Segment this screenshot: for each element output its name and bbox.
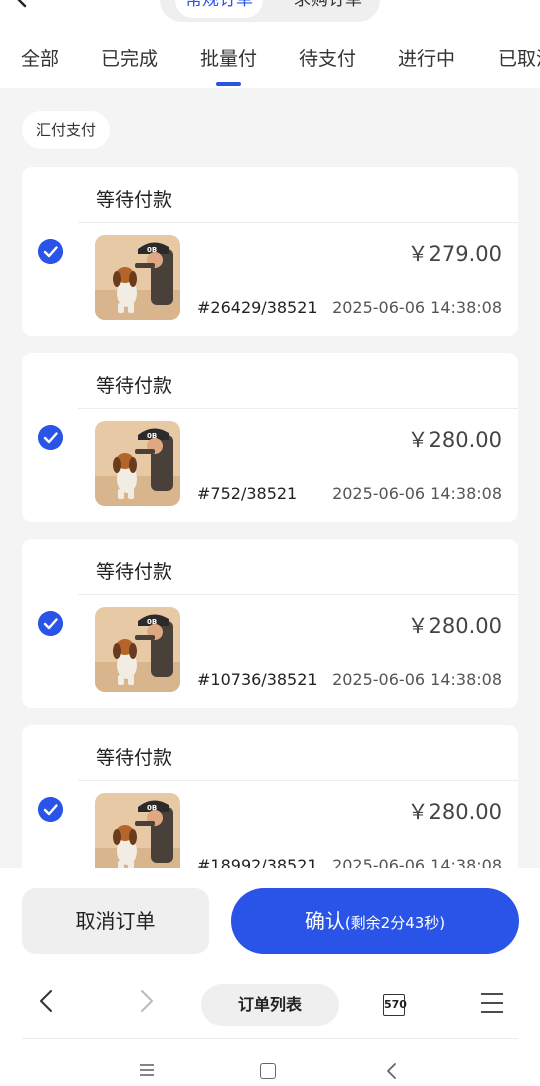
back-icon[interactable] [10, 0, 34, 10]
active-tab-indicator [216, 82, 241, 86]
browser-toolbar: 订单列表 570 [0, 976, 540, 1032]
checked-icon[interactable] [38, 797, 63, 822]
browser-back-icon[interactable] [36, 988, 58, 1014]
product-thumbnail[interactable]: 0B [95, 235, 180, 320]
tab-in-progress[interactable]: 进行中 [398, 44, 455, 71]
card-divider [78, 222, 518, 223]
card-divider [78, 780, 518, 781]
tab-batch-pay[interactable]: 批量付 [200, 44, 257, 71]
menu-icon[interactable] [480, 991, 504, 1015]
order-list-pill[interactable]: 订单列表 [201, 984, 339, 1026]
order-number: #26429/38521 [197, 298, 318, 317]
order-card[interactable]: 等待付款 0B ￥279.00 #26429/38521 2025-06-06 … [22, 167, 518, 336]
order-price: ￥279.00 [407, 242, 502, 266]
order-status-tabs: 全部 已完成 批量付 待支付 进行中 已取消 [0, 44, 540, 78]
product-thumbnail[interactable]: 0B [95, 607, 180, 692]
order-price: ￥280.00 [407, 800, 502, 824]
segment-purchase-orders[interactable]: 求购订单 [282, 0, 374, 18]
system-recents-icon[interactable] [138, 1063, 156, 1077]
order-card[interactable]: 等待付款 0B ￥280.00 #752/38521 2025-06-06 14… [22, 353, 518, 522]
tab-cancelled[interactable]: 已取消 [498, 44, 540, 71]
product-thumbnail[interactable]: 0B [95, 793, 180, 878]
top-bar: 常规订单 求购订单 全部 已完成 批量付 待支付 进行中 已取消 [0, 0, 540, 88]
cancel-order-button[interactable]: 取消订单 [22, 888, 209, 954]
order-status: 等待付款 [96, 747, 173, 769]
toolbar-divider [22, 1038, 518, 1039]
checked-icon[interactable] [38, 425, 63, 450]
confirm-label: 确认 [304, 909, 345, 933]
order-card[interactable]: 等待付款 0B ￥280.00 #10736/38521 2025-06-06 … [22, 539, 518, 708]
payment-method-chip[interactable]: 汇付支付 [22, 111, 111, 149]
order-number: #752/38521 [197, 484, 298, 503]
product-thumbnail[interactable]: 0B [95, 421, 180, 506]
system-back-icon[interactable] [385, 1062, 399, 1080]
tab-all[interactable]: 全部 [21, 44, 59, 71]
checked-icon[interactable] [38, 611, 63, 636]
order-status: 等待付款 [96, 561, 173, 583]
order-time: 2025-06-06 14:38:08 [332, 670, 502, 689]
browser-forward-icon[interactable] [136, 988, 158, 1014]
tab-count-icon[interactable]: 570 [383, 994, 407, 1016]
order-status: 等待付款 [96, 375, 173, 397]
order-time: 2025-06-06 14:38:08 [332, 298, 502, 317]
order-price: ￥280.00 [407, 428, 502, 452]
system-home-icon[interactable] [260, 1063, 276, 1079]
bottom-panel: 取消订单 确认(剩余2分43秒) 订单列表 570 [0, 868, 540, 1086]
order-time: 2025-06-06 14:38:08 [332, 484, 502, 503]
order-number: #10736/38521 [197, 670, 318, 689]
card-divider [78, 408, 518, 409]
confirm-countdown: (剩余2分43秒) [344, 914, 446, 932]
card-divider [78, 594, 518, 595]
tab-completed[interactable]: 已完成 [101, 44, 158, 71]
tab-pending-payment[interactable]: 待支付 [299, 44, 356, 71]
segment-regular-orders[interactable]: 常规订单 [175, 0, 263, 18]
checked-icon[interactable] [38, 239, 63, 264]
confirm-button[interactable]: 确认(剩余2分43秒) [231, 888, 519, 954]
order-price: ￥280.00 [407, 614, 502, 638]
order-type-switch: 常规订单 求购订单 [160, 0, 380, 22]
order-status: 等待付款 [96, 189, 173, 211]
